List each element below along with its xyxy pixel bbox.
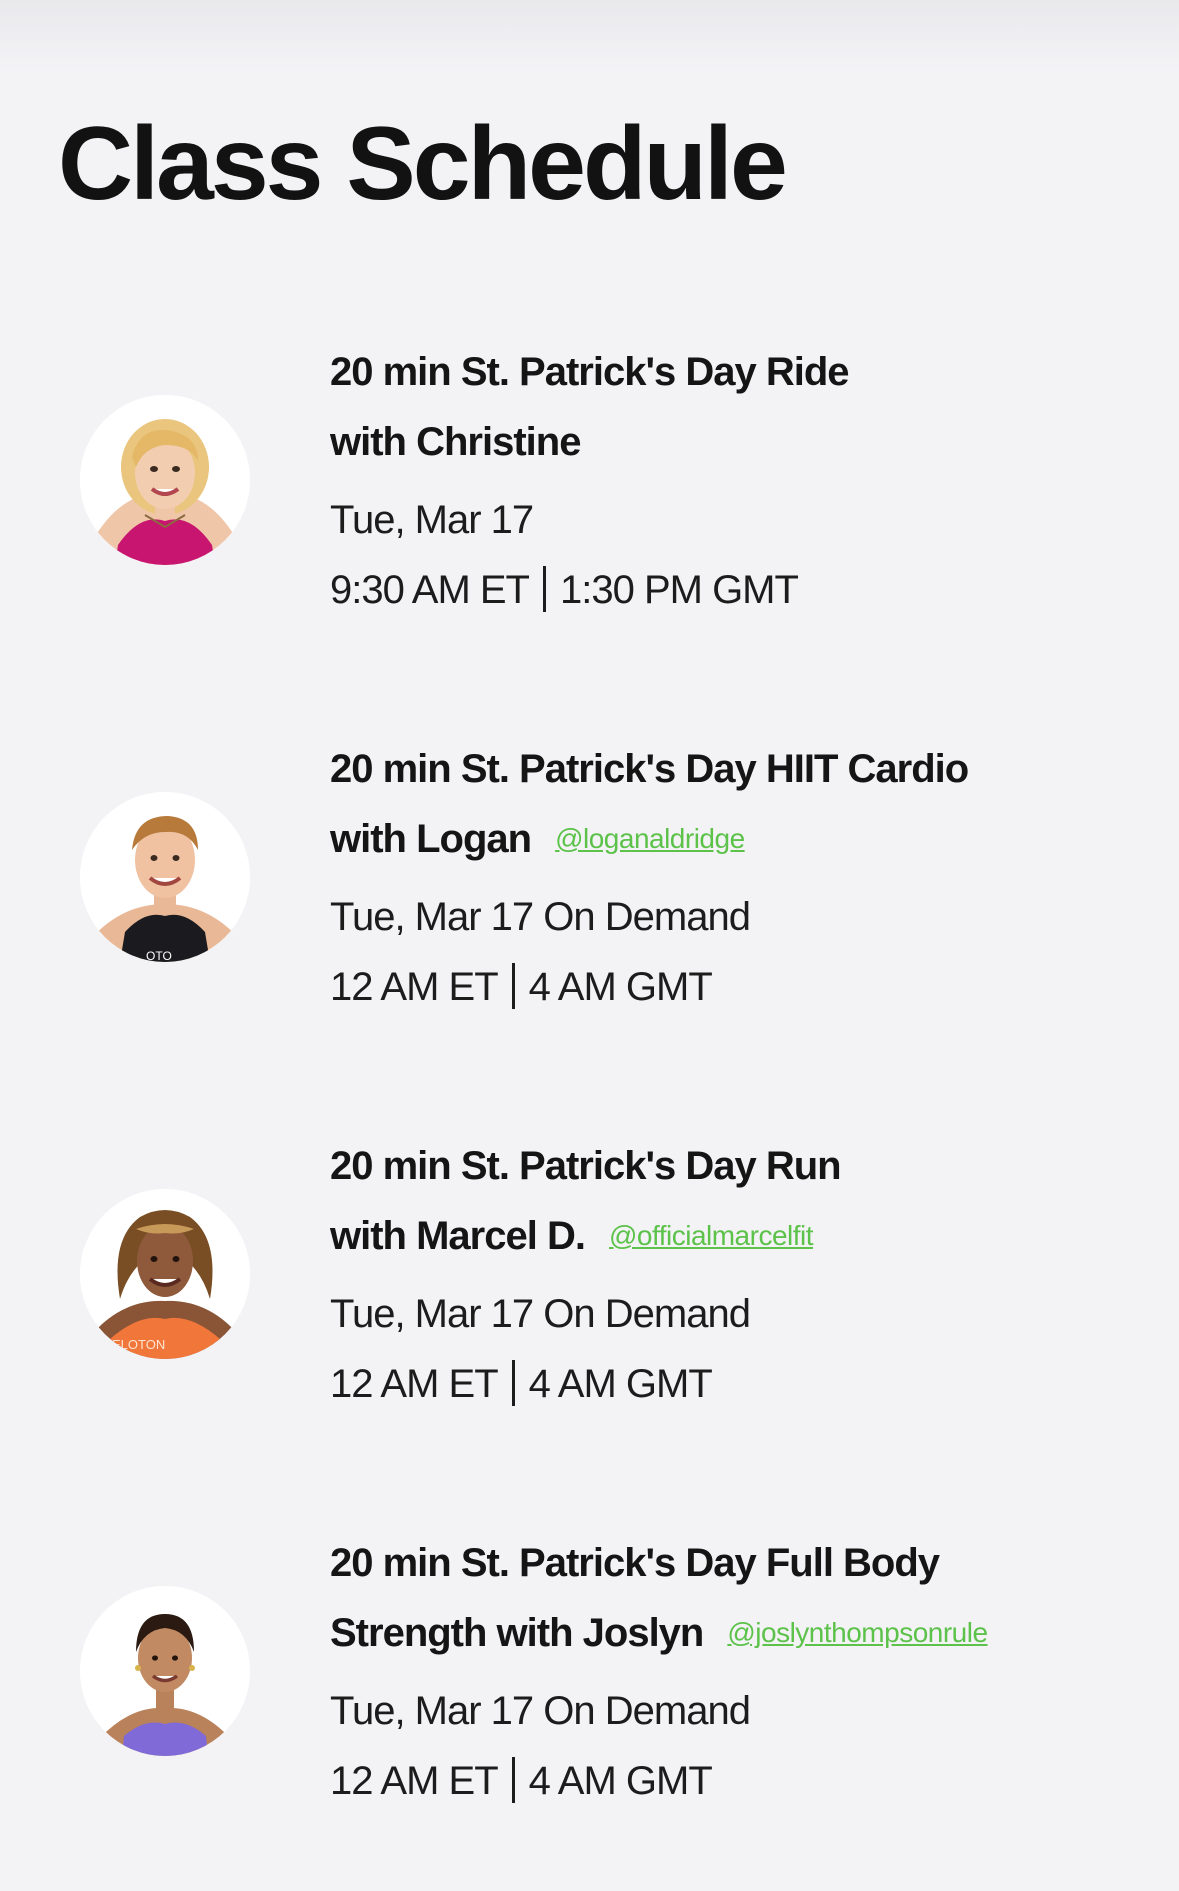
- class-title-line-1: 20 min St. Patrick's Day Run: [330, 1144, 842, 1188]
- time-separator: [542, 566, 546, 612]
- class-date: Tue, Mar 17: [330, 498, 534, 542]
- class-time: 12 AM ET 4 AM GMT: [330, 1746, 1150, 1816]
- instructor-avatar-marcel: ELOTON: [80, 1189, 250, 1359]
- class-item-logan[interactable]: OTO 20 min St. Patrick's Day HIIT Cardio…: [0, 734, 1179, 1034]
- class-title-line-1: 20 min St. Patrick's Day Full Body: [330, 1541, 940, 1585]
- class-time: 12 AM ET 4 AM GMT: [330, 1349, 1150, 1419]
- class-title-line-2: with Logan @loganaldridge: [330, 804, 1150, 874]
- time-separator: [511, 1757, 515, 1803]
- class-title-line-2: Strength with Joslyn @joslynthompsonrule: [330, 1598, 1150, 1668]
- class-instructor: with Logan: [330, 817, 532, 861]
- time-et: 12 AM ET: [330, 965, 499, 1009]
- class-instructor: with Marcel D.: [330, 1214, 586, 1258]
- class-title-line-2: with Marcel D. @officialmarcelfit: [330, 1201, 1150, 1271]
- class-instructor: Strength with Joslyn: [330, 1611, 704, 1655]
- class-title-line-1: 20 min St. Patrick's Day HIIT Cardio: [330, 747, 969, 791]
- time-separator: [511, 1360, 515, 1406]
- class-title-line-1: 20 min St. Patrick's Day Ride: [330, 350, 850, 394]
- time-gmt: 4 AM GMT: [528, 1759, 713, 1803]
- time-et: 9:30 AM ET: [330, 568, 530, 612]
- class-time: 12 AM ET 4 AM GMT: [330, 952, 1150, 1022]
- brand-text: ELOTON: [112, 1337, 165, 1352]
- time-et: 12 AM ET: [330, 1362, 499, 1406]
- instructor-handle-link[interactable]: @joslynthompsonrule: [727, 1617, 988, 1648]
- instructor-avatar-logan: OTO: [80, 792, 250, 962]
- time-gmt: 4 AM GMT: [528, 965, 713, 1009]
- svg-text:OTO: OTO: [146, 949, 172, 962]
- time-gmt: 1:30 PM GMT: [559, 568, 799, 612]
- class-item-joslyn[interactable]: 20 min St. Patrick's Day Full Body Stren…: [0, 1528, 1179, 1828]
- class-time: 9:30 AM ET 1:30 PM GMT: [330, 555, 1150, 625]
- class-title-line-2: with Christine: [330, 407, 1150, 477]
- time-separator: [511, 963, 515, 1009]
- time-gmt: 4 AM GMT: [528, 1362, 713, 1406]
- instructor-avatar-joslyn: [80, 1586, 250, 1756]
- instructor-handle-link[interactable]: @loganaldridge: [555, 823, 745, 854]
- page-title: Class Schedule: [58, 106, 788, 222]
- time-et: 12 AM ET: [330, 1759, 499, 1803]
- class-date: Tue, Mar 17 On Demand: [330, 895, 751, 939]
- class-item-marcel[interactable]: ELOTON 20 min St. Patrick's Day Run with…: [0, 1131, 1179, 1431]
- class-date: Tue, Mar 17 On Demand: [330, 1689, 751, 1733]
- class-item-christine[interactable]: 20 min St. Patrick's Day Ride with Chris…: [0, 337, 1179, 637]
- class-date: Tue, Mar 17 On Demand: [330, 1292, 751, 1336]
- instructor-avatar-christine: [80, 395, 250, 565]
- instructor-handle-link[interactable]: @officialmarcelfit: [609, 1220, 814, 1251]
- class-instructor: with Christine: [330, 420, 581, 464]
